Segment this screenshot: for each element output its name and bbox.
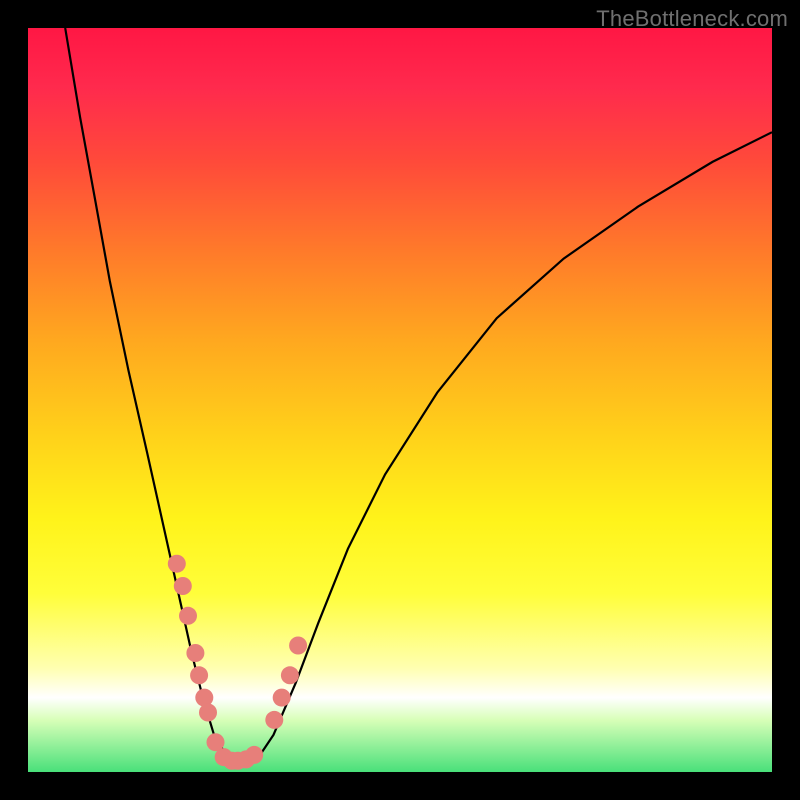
sample-points [168,555,307,770]
plot-area [28,28,772,772]
sample-point [289,637,307,655]
sample-point [179,607,197,625]
sample-point [190,666,208,684]
curve-layer [28,28,772,772]
sample-point [174,577,192,595]
sample-point [186,644,204,662]
bottleneck-curve [65,28,772,763]
sample-point [245,746,263,764]
sample-point [281,666,299,684]
chart-frame: TheBottleneck.com [0,0,800,800]
sample-point [199,704,217,722]
sample-point [273,689,291,707]
sample-point [168,555,186,573]
sample-point [265,711,283,729]
